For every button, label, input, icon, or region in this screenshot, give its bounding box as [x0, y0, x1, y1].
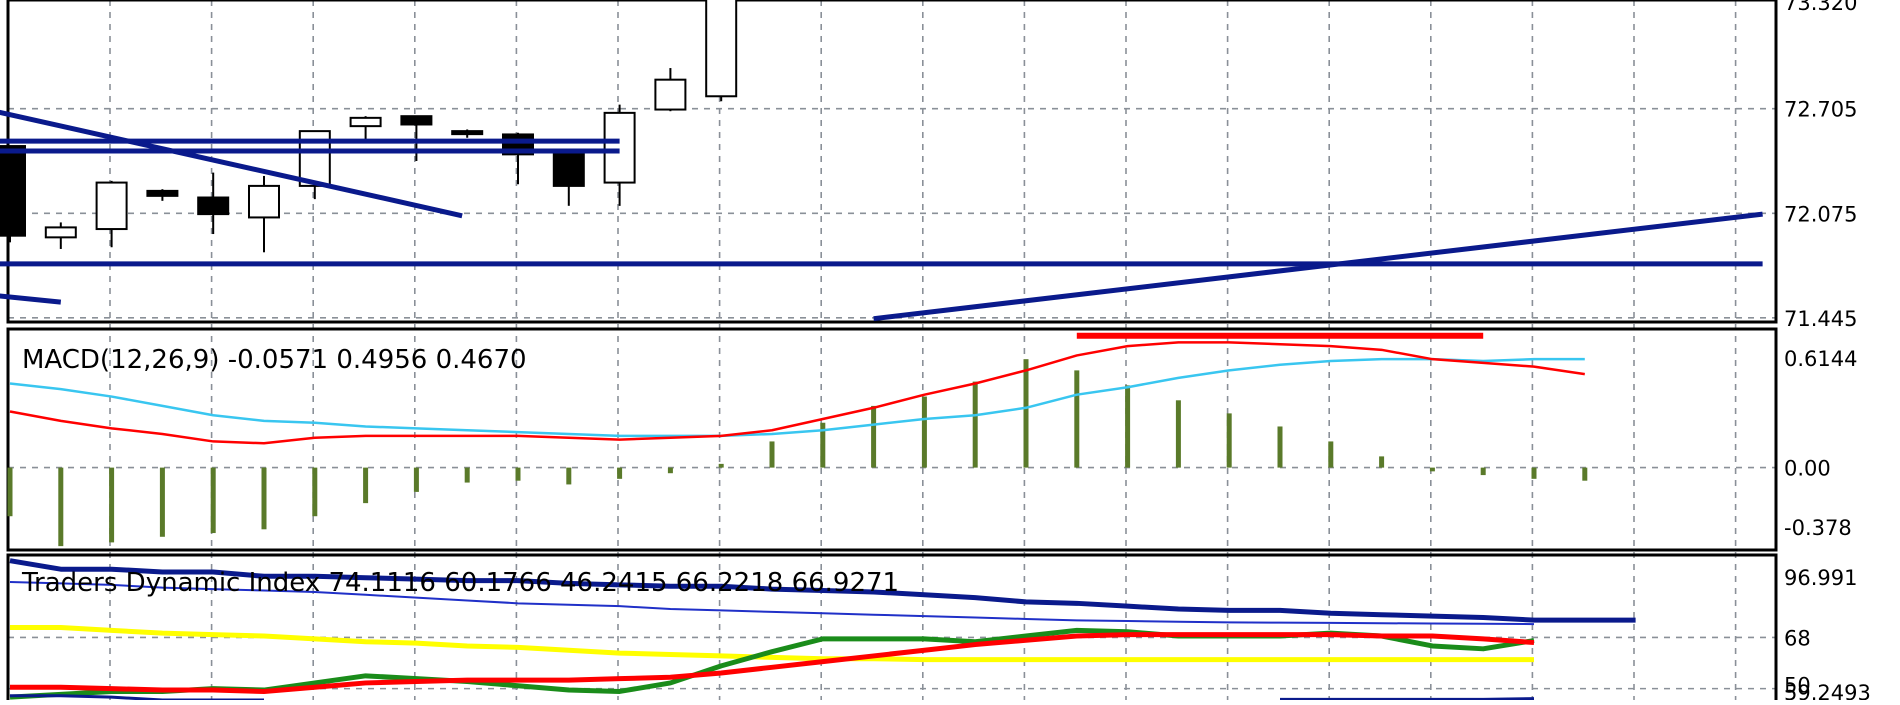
macd-histogram-bar: [58, 467, 64, 547]
macd-axis-label: 0.6144: [1784, 347, 1857, 371]
trading-chart[interactable]: MACD(12,26,9) -0.0571 0.4956 0.4670 Trade…: [0, 0, 1900, 705]
price-axis-label: 72.075: [1784, 202, 1857, 226]
macd-histogram-bar: [1023, 359, 1029, 468]
price-axis-label: 73.320: [1784, 0, 1857, 15]
price-axis-label: 72.705: [1784, 98, 1857, 122]
macd-histogram-bar: [1175, 400, 1181, 468]
tdi-indicator-label: Traders Dynamic Index 74.1116 60.1766 46…: [21, 568, 899, 598]
candle-bullish: [705, 0, 738, 98]
candle-bearish: [0, 145, 26, 237]
macd-histogram-bar: [1531, 467, 1537, 479]
tdi-axis-label: 96.991: [1784, 566, 1857, 590]
macd-histogram-bar: [1429, 467, 1435, 472]
macd-histogram-bar: [921, 396, 927, 468]
macd-histogram-bar: [210, 467, 216, 534]
macd-histogram-bar: [363, 467, 369, 504]
chart-canvas[interactable]: MACD(12,26,9) -0.0571 0.4956 0.4670 Trade…: [0, 0, 1900, 705]
macd-axis-label: 0.00: [1784, 457, 1831, 481]
macd-histogram-bar: [515, 467, 521, 481]
candle-bearish: [146, 189, 179, 197]
macd-indicator-label: MACD(12,26,9) -0.0571 0.4956 0.4670: [22, 345, 527, 375]
macd-histogram-bar: [769, 441, 775, 468]
macd-histogram-bar: [1074, 370, 1080, 468]
tdi-axis-label: 59.2493: [1784, 681, 1871, 700]
macd-histogram-bar: [109, 467, 115, 543]
macd-histogram-bar: [159, 467, 165, 537]
candle-bullish: [44, 226, 77, 239]
candle-bullish: [603, 111, 636, 184]
macd-histogram-bar: [261, 467, 267, 530]
macd-histogram-bar: [871, 405, 877, 468]
candle-bullish: [95, 181, 128, 231]
macd-histogram-bar: [413, 467, 419, 492]
candle-bearish: [552, 153, 585, 187]
macd-histogram-bar: [718, 463, 724, 468]
candle-bearish: [400, 115, 433, 126]
candle-bearish: [451, 130, 484, 136]
macd-histogram-bar: [1125, 385, 1131, 468]
macd-histogram-bar: [312, 467, 318, 517]
macd-histogram-bar: [1277, 426, 1283, 468]
tdi-volatility-band-lower: [1280, 697, 1535, 701]
macd-histogram-bar: [1226, 413, 1232, 468]
price-axis-label: 71.445: [1784, 307, 1857, 331]
candle-bearish: [197, 196, 230, 216]
macd-histogram-bar: [7, 467, 13, 517]
candle-bullish: [349, 116, 382, 128]
macd-histogram-bar: [972, 381, 978, 468]
macd-axis-label: -0.378: [1784, 516, 1852, 540]
macd-histogram-bar: [464, 467, 470, 483]
macd-histogram-bar: [617, 467, 623, 479]
candle-bullish: [654, 78, 687, 111]
macd-histogram-bar: [1379, 456, 1385, 468]
macd-histogram-bar: [667, 467, 673, 474]
tdi-axis-label: 68: [1784, 626, 1811, 650]
macd-histogram-bar: [1328, 441, 1334, 468]
macd-histogram-bar: [566, 467, 572, 485]
macd-histogram-bar: [1582, 467, 1588, 481]
candle-bullish: [248, 184, 280, 219]
macd-histogram-bar: [1480, 467, 1486, 476]
